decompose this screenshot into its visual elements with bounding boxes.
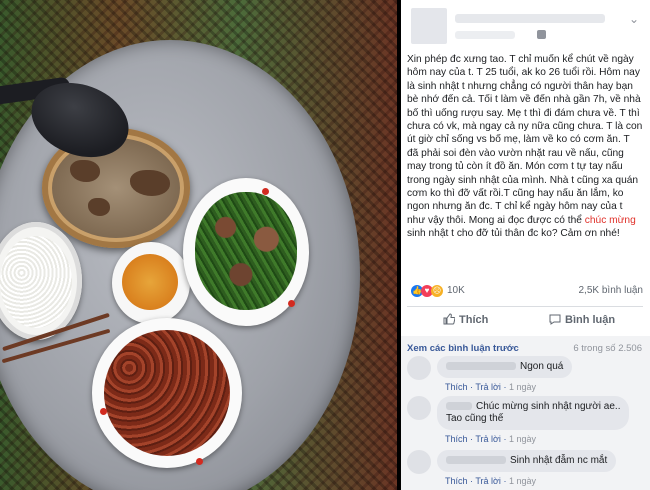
commenter-name-redacted[interactable] — [446, 362, 516, 371]
comment-like-link[interactable]: Thích — [445, 476, 468, 486]
comment-actions: Thích · Trả lời · 1 ngày — [445, 382, 536, 392]
post-text-end: sinh nhật t cho đỡ tủi thân đc ko? Cảm ơ… — [407, 228, 620, 240]
comment-reply-link[interactable]: Trả lời — [475, 434, 501, 444]
chili-garnish — [196, 458, 203, 465]
comment-actions: Thích · Trả lời · 1 ngày — [445, 476, 536, 486]
comment-bubble: Chúc mừng sinh nhật người ae.. Tao cũng t… — [437, 396, 630, 430]
comment-text: Ngon quá — [520, 361, 564, 372]
meat-piece — [88, 198, 110, 216]
sad-icon[interactable]: ☹ — [431, 285, 443, 297]
thumbs-up-icon — [443, 313, 455, 325]
comment-label: Bình luận — [565, 314, 616, 326]
comments-section: Xem các bình luận trước 6 trong số 2.506… — [401, 336, 650, 490]
comment-actions: Thích · Trả lời · 1 ngày — [445, 434, 536, 444]
like-label: Thích — [459, 314, 489, 326]
commenter-name-redacted[interactable] — [446, 456, 506, 465]
chili-garnish — [288, 300, 295, 307]
comment-reply-link[interactable]: Trả lời — [475, 476, 501, 486]
post-text-body: Xin phép đc xưng tao. T chỉ muốn kể chút… — [407, 54, 643, 226]
post-meta-redacted — [455, 31, 515, 39]
rice — [0, 236, 72, 328]
comment-time[interactable]: 1 ngày — [509, 434, 536, 444]
chili-garnish — [100, 408, 107, 415]
post-panel: ⌄ Xin phép đc xưng tao. T chỉ muốn kể ch… — [401, 0, 650, 490]
comment-time[interactable]: 1 ngày — [509, 476, 536, 486]
reaction-stats: 👍 ♥ ☹ 10K 2,5K bình luận — [407, 285, 643, 299]
view-previous-comments-link[interactable]: Xem các bình luận trước — [407, 343, 519, 354]
comment-text: Chúc mừng sinh nhật người ae.. — [476, 401, 621, 412]
comment-like-link[interactable]: Thích — [445, 382, 468, 392]
meat-piece — [70, 160, 100, 182]
fried-peanuts — [104, 330, 230, 456]
post-actions: Thích Bình luận — [401, 311, 650, 331]
comment-icon — [549, 314, 561, 325]
post-header: ⌄ — [407, 6, 645, 46]
post-photo[interactable] — [0, 0, 397, 490]
comment-reply-link[interactable]: Trả lời — [475, 382, 501, 392]
avatar[interactable] — [407, 450, 431, 474]
comment-like-link[interactable]: Thích — [445, 434, 468, 444]
comment-text-line2: Tao cũng thế — [446, 413, 504, 424]
privacy-icon — [537, 30, 546, 39]
author-name-redacted[interactable] — [455, 14, 605, 23]
avatar[interactable] — [407, 396, 431, 420]
comment-bubble: Sinh nhật đẫm nc mắt — [437, 450, 617, 472]
comment-button[interactable]: Bình luận — [549, 311, 615, 329]
chevron-down-icon[interactable]: ⌄ — [629, 12, 639, 26]
dipping-sauce — [122, 254, 178, 310]
chili-garnish — [262, 188, 269, 195]
comment-text: Sinh nhật đẫm nc mắt — [510, 455, 608, 466]
divider — [407, 306, 643, 307]
like-button[interactable]: Thích — [443, 311, 488, 329]
comment-time[interactable]: 1 ngày — [509, 382, 536, 392]
meat-piece — [130, 170, 170, 196]
avatar[interactable] — [407, 356, 431, 380]
comments-paging: 6 trong số 2.506 — [573, 343, 642, 354]
comments-count[interactable]: 2,5K bình luận — [579, 285, 644, 296]
avatar[interactable] — [411, 8, 447, 44]
reactions-count[interactable]: 10K — [447, 285, 465, 296]
highlighted-keyword: chúc mừng — [584, 214, 636, 226]
post-text: Xin phép đc xưng tao. T chỉ muốn kể chút… — [407, 53, 643, 241]
comment-bubble: Ngon quá — [437, 356, 573, 378]
stir-fried-vegetables — [195, 192, 297, 310]
commenter-name-redacted[interactable] — [446, 402, 472, 411]
